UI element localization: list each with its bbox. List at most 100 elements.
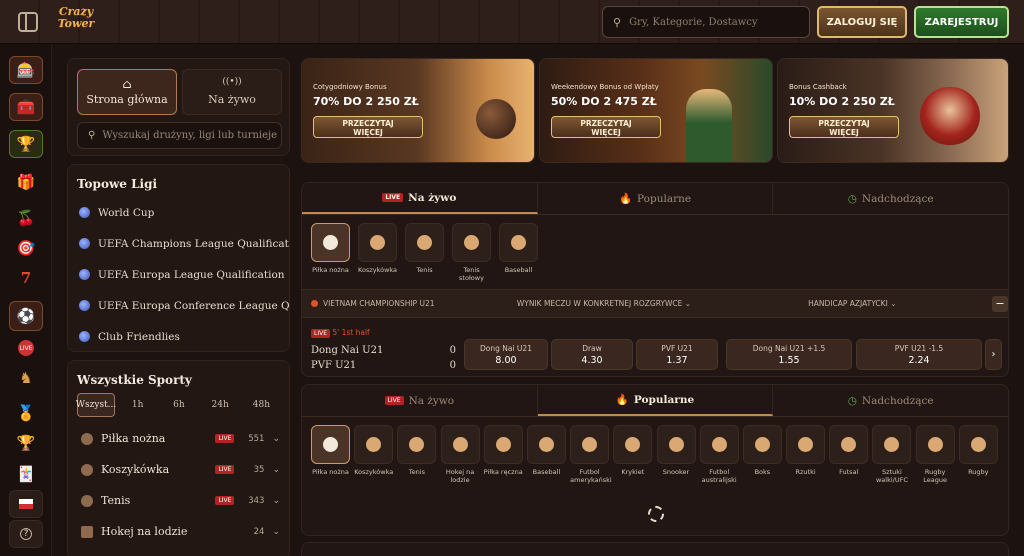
read-more-button[interactable]: PRZECZYTAJ WIĘCEJ	[313, 116, 423, 138]
cards-icon[interactable]: 🃏	[9, 460, 43, 488]
team-1[interactable]: Dong Nai U21 0	[311, 345, 456, 356]
sport-boxing[interactable]: Boks	[742, 425, 782, 484]
league-item[interactable]: Club Friendlies	[68, 321, 289, 352]
league-name[interactable]: VIETNAM CHAMPIONSHIP U21	[323, 299, 517, 308]
register-button[interactable]: ZAREJESTRUJ	[914, 6, 1009, 38]
sport-american-football[interactable]: Futbol amerykański	[570, 425, 612, 484]
chevron-down-icon[interactable]: ⌄	[272, 465, 280, 475]
tab-live[interactable]: LIVE Na żywo	[302, 385, 538, 416]
promo-banner-weekend[interactable]: Weekendowy Bonus od Wpłaty 50% DO 2 475 …	[539, 58, 773, 163]
filter-6h[interactable]: 6h	[160, 393, 197, 417]
tab-upcoming[interactable]: ◷ Nadchodzące	[773, 385, 1008, 416]
sport-row-basketball[interactable]: Koszykówka LIVE 35 ⌄	[68, 454, 289, 485]
sport-football[interactable]: Piłka nożna	[311, 223, 350, 282]
flag-pl-icon[interactable]	[9, 490, 43, 518]
chevron-down-icon[interactable]: ⌄	[272, 496, 280, 506]
sport-handball[interactable]: Piłka ręczna	[483, 425, 523, 484]
league-item[interactable]: UEFA Champions League Qualification	[68, 228, 289, 259]
live-badge: LIVE	[384, 396, 404, 405]
trophy-cup-icon[interactable]: 🏆	[9, 130, 43, 158]
odd-button[interactable]: PVF U21 1.37	[636, 339, 718, 370]
sport-aussie-rules[interactable]: Futbol australijski	[699, 425, 739, 484]
sport-baseball[interactable]: Baseball	[526, 425, 566, 484]
live-icon[interactable]: LIVE	[9, 334, 43, 362]
chevron-down-icon[interactable]: ⌄	[272, 527, 280, 537]
seven-icon[interactable]: 7	[9, 264, 43, 292]
gift-icon[interactable]: 🎁	[9, 168, 43, 196]
slots-icon[interactable]: 🎰	[9, 56, 43, 84]
sport-tennis[interactable]: Tenis	[405, 223, 444, 282]
football-icon	[323, 437, 338, 452]
sport-snooker[interactable]: Snooker	[656, 425, 696, 484]
filter-48h[interactable]: 48h	[243, 393, 280, 417]
sport-row-tennis[interactable]: Tenis LIVE 343 ⌄	[68, 485, 289, 516]
cherries-icon[interactable]: 🍒	[9, 204, 43, 232]
filter-all[interactable]: Wszyst...	[76, 393, 116, 417]
sport-label: Koszykówka	[354, 468, 394, 476]
sport-cricket[interactable]: Krykiet	[613, 425, 653, 484]
tab-live[interactable]: ((•)) Na żywo	[182, 69, 282, 115]
sidebar-toggle-icon[interactable]	[18, 12, 38, 32]
medal-icon[interactable]: 🏅	[9, 399, 43, 427]
tab-popular[interactable]: 🔥 Popularne	[538, 183, 774, 214]
sport-tennis[interactable]: Tenis	[397, 425, 437, 484]
odd-button[interactable]: PVF U21 -1.5 2.24	[856, 339, 982, 370]
sport-table-tennis[interactable]: Tenis stołowy	[452, 223, 491, 282]
search-input[interactable]: ⚲ Gry, Kategorie, Dostawcy	[602, 6, 810, 38]
chest-icon[interactable]: 🧰	[9, 93, 43, 121]
odd-button[interactable]: Draw 4.30	[551, 339, 633, 370]
market-1-dropdown[interactable]: WYNIK MECZU W KONKRETNEJ ROZGRYWCE ⌄	[517, 299, 808, 308]
more-markets-arrow-icon[interactable]: ›	[985, 339, 1002, 370]
sport-baseball[interactable]: Baseball	[499, 223, 538, 282]
chevron-down-icon[interactable]: ⌄	[272, 434, 280, 444]
team-2[interactable]: PVF U21 0	[311, 360, 456, 371]
collapse-icon[interactable]: −	[992, 295, 1008, 312]
sport-darts[interactable]: Rzutki	[786, 425, 826, 484]
sport-rugby-league[interactable]: Rugby League	[915, 425, 955, 484]
league-label: UEFA Europa League Qualification	[98, 268, 285, 281]
tab-popular[interactable]: 🔥 Popularne	[537, 385, 774, 416]
sport-basketball[interactable]: Koszykówka	[358, 223, 397, 282]
sport-mma[interactable]: Sztuki walki/UFC	[872, 425, 912, 484]
league-item[interactable]: UEFA Europa League Qualification	[68, 259, 289, 290]
sport-rugby[interactable]: Rugby	[958, 425, 998, 484]
login-button[interactable]: ZALOGUJ SIĘ	[817, 6, 907, 38]
promo-banner-weekly[interactable]: Cotygodniowy Bonus 70% DO 2 250 ZŁ PRZEC…	[301, 58, 535, 163]
read-more-button[interactable]: PRZECZYTAJ WIĘCEJ	[789, 116, 899, 138]
tab-home[interactable]: ⌂ Strona główna	[77, 69, 177, 115]
sport-futsal[interactable]: Futsal	[829, 425, 869, 484]
market-2-dropdown[interactable]: HANDICAP AZJATYCKI ⌄	[808, 299, 992, 308]
tab-label: Nadchodzące	[861, 192, 934, 205]
logo[interactable]: Crazy Tower	[56, 6, 96, 38]
sport-label: Rugby	[968, 468, 989, 476]
horse-icon[interactable]: ♞	[9, 364, 43, 392]
medal-glyph: 🏅	[16, 404, 36, 422]
sidebar-search-input[interactable]: ⚲ Wyszukaj drużyny, ligi lub turnieje	[77, 122, 282, 149]
help-icon[interactable]: ?	[9, 520, 43, 548]
sport-football[interactable]: Piłka nożna	[311, 425, 350, 484]
odd-button[interactable]: Dong Nai U21 +1.5 1.55	[726, 339, 852, 370]
filter-1h[interactable]: 1h	[119, 393, 156, 417]
boxing-glove-icon	[754, 437, 770, 452]
sport-label: Krykiet	[621, 468, 645, 476]
sport-row-football[interactable]: Piłka nożna LIVE 551 ⌄	[68, 423, 289, 454]
sport-row-ice-hockey[interactable]: Hokej na lodzie 24 ⌄	[68, 516, 289, 547]
globe-icon	[79, 207, 90, 218]
cup-glyph: 🏆	[16, 434, 36, 452]
football-icon[interactable]: ⚽	[9, 301, 43, 331]
sport-label: Futsal	[839, 468, 859, 476]
filter-24h[interactable]: 24h	[202, 393, 239, 417]
sport-ice-hockey[interactable]: Hokej na lodzie	[440, 425, 480, 484]
tab-upcoming[interactable]: ◷ Nadchodzące	[773, 183, 1008, 214]
match-time: LIVE 5' 1st half	[311, 328, 370, 338]
league-label: UEFA Champions League Qualification	[98, 237, 289, 250]
league-item[interactable]: World Cup	[68, 197, 289, 228]
cup-icon[interactable]: 🏆	[9, 429, 43, 457]
tab-live[interactable]: LIVE Na żywo	[302, 183, 538, 214]
odd-button[interactable]: Dong Nai U21 8.00	[464, 339, 548, 370]
read-more-button[interactable]: PRZECZYTAJ WIĘCEJ	[551, 116, 661, 138]
league-item[interactable]: UEFA Europa Conference League Qual...	[68, 290, 289, 321]
sport-basketball[interactable]: Koszykówka	[354, 425, 393, 484]
promo-banner-cashback[interactable]: Bonus Cashback 10% DO 2 250 ZŁ PRZECZYTA…	[777, 58, 1009, 163]
roulette-icon[interactable]: 🎯	[9, 234, 43, 262]
